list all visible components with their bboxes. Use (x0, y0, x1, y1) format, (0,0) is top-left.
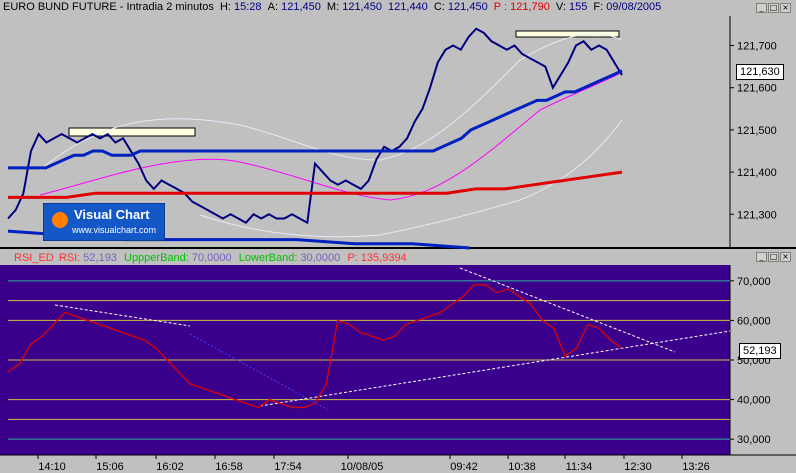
x-tick-label: 15:06 (96, 461, 124, 473)
x-tick-label: 10:38 (508, 461, 536, 473)
price-y-tick-label: 121,600 (737, 83, 777, 95)
x-tick-label: 16:58 (215, 461, 243, 473)
logo-title: Visual Chart (74, 207, 150, 222)
rsi-y-ticks: 70,00060,00050,00040,00030,000 (730, 276, 771, 446)
rsi-y-tick-label: 40,000 (737, 395, 771, 407)
x-tick-label: 16:02 (156, 461, 184, 473)
resistance-box-left (68, 127, 196, 137)
x-tick-label: 11:34 (566, 461, 593, 473)
price-y-tick-label: 121,300 (737, 209, 777, 221)
rsi-current-value: 52,193 (739, 343, 781, 359)
x-tick-label: 12:30 (624, 461, 652, 473)
rsi-y-tick-label: 30,000 (737, 434, 771, 446)
price-current-value: 121,630 (736, 64, 784, 80)
logo-icon (52, 212, 68, 228)
resistance-box-right (515, 30, 620, 38)
x-axis-ticks: 14:10 15:06 16:02 16:58 17:54 10/08/05 09:42 10… (37, 455, 710, 473)
chart-window: EURO BUND FUTURE - Intradia 2 minutos H:… (0, 0, 796, 473)
x-tick-label: 17:54 (274, 461, 302, 473)
visualchart-logo: Visual Chart www.visualchart.com (43, 203, 165, 241)
rsi-y-tick-label: 60,000 (737, 315, 771, 327)
price-y-tick-label: 121,700 (737, 41, 777, 53)
logo-url: www.visualchart.com (72, 225, 157, 235)
rsi-y-tick-label: 70,000 (737, 276, 771, 288)
price-y-tick-label: 121,500 (737, 125, 777, 137)
x-tick-label: 14:10 (38, 461, 66, 473)
price-y-tick-label: 121,400 (737, 167, 777, 179)
rsi-chart: 70,00060,00050,00040,00030,000 14:10 15:0… (0, 265, 796, 473)
x-tick-label: 13:26 (682, 461, 710, 473)
x-tick-label: 09:42 (450, 461, 478, 473)
x-tick-label: 10/08/05 (341, 461, 384, 473)
